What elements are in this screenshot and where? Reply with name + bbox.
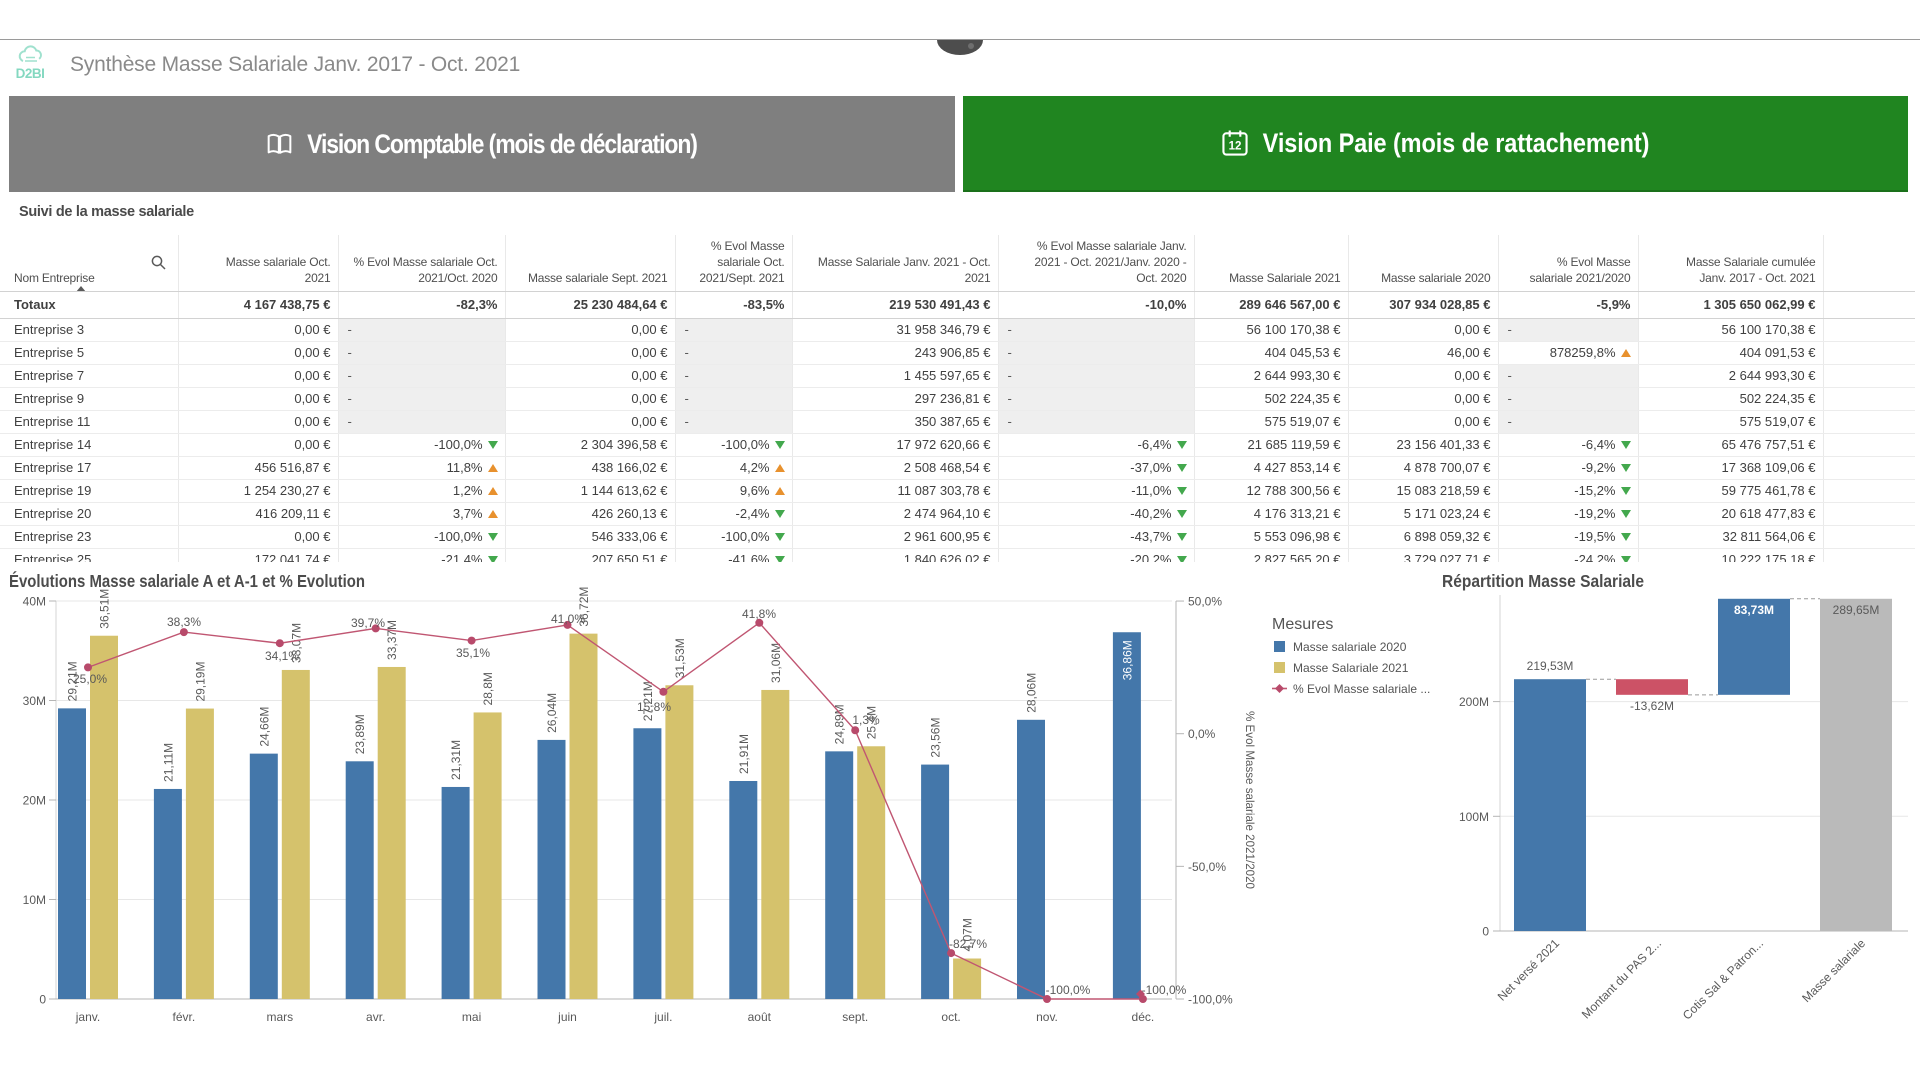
svg-text:Répartition Masse Salariale: Répartition Masse Salariale [1442,571,1644,591]
svg-text:33,37M: 33,37M [385,620,399,660]
svg-text:38,3%: 38,3% [167,615,201,629]
svg-text:36,86M: 36,86M [1120,640,1134,680]
svg-text:26,04M: 26,04M [545,693,559,733]
svg-text:23,56M: 23,56M [929,718,943,758]
svg-text:30M: 30M [23,694,46,708]
svg-text:-100,0%: -100,0% [1142,983,1187,997]
svg-text:Évolutions Masse salariale A e: Évolutions Masse salariale A et A-1 et %… [9,570,365,591]
svg-text:0: 0 [1482,925,1489,939]
svg-text:% Evol Masse salariale 2021/20: % Evol Masse salariale 2021/2020 [1243,711,1257,889]
svg-text:23,89M: 23,89M [353,714,367,754]
svg-text:15,8%: 15,8% [637,700,671,714]
svg-text:-100,0%: -100,0% [1046,983,1091,997]
svg-text:-100,0%: -100,0% [1188,993,1233,1007]
svg-text:34,1%: 34,1% [265,649,299,663]
svg-text:Montant du PAS 2...: Montant du PAS 2... [1579,936,1664,1021]
svg-text:10M: 10M [23,893,46,907]
svg-text:31,53M: 31,53M [673,638,687,678]
svg-text:-13,62M: -13,62M [1630,699,1674,713]
svg-text:289,65M: 289,65M [1833,603,1880,617]
svg-text:0,0%: 0,0% [1188,727,1216,741]
svg-text:20M: 20M [23,794,46,808]
svg-text:-82,7%: -82,7% [949,937,987,951]
svg-text:39,7%: 39,7% [351,616,385,630]
svg-text:Masse salariale: Masse salariale [1799,936,1868,1005]
svg-text:29,19M: 29,19M [193,662,207,702]
svg-text:Cotis Sal & Patron...: Cotis Sal & Patron... [1680,936,1766,1022]
svg-text:0: 0 [39,993,46,1007]
svg-text:% Evol Masse salariale ...: % Evol Masse salariale ... [1293,682,1430,696]
svg-text:juil.: juil. [653,1010,672,1024]
svg-text:28,8M: 28,8M [481,672,495,705]
svg-text:Masse salariale 2020: Masse salariale 2020 [1293,640,1407,654]
svg-text:12: 12 [1228,140,1241,152]
svg-text:36,51M: 36,51M [98,589,112,629]
svg-text:21,91M: 21,91M [737,734,751,774]
svg-text:41,8%: 41,8% [742,607,776,621]
svg-text:83,73M: 83,73M [1734,603,1774,617]
svg-text:sept.: sept. [842,1010,868,1024]
svg-text:nov.: nov. [1036,1010,1058,1024]
svg-text:Net versé 2021: Net versé 2021 [1495,936,1563,1004]
svg-text:-50,0%: -50,0% [1188,860,1226,874]
svg-text:août: août [748,1010,772,1024]
svg-text:31,06M: 31,06M [769,643,783,683]
svg-text:100M: 100M [1459,810,1489,824]
svg-text:mai: mai [462,1010,481,1024]
svg-text:juin: juin [557,1010,577,1024]
svg-text:21,11M: 21,11M [161,743,175,782]
svg-text:D2BI: D2BI [16,66,45,81]
svg-text:Mesures: Mesures [1272,616,1333,633]
svg-text:35,1%: 35,1% [456,646,490,660]
svg-text:21,31M: 21,31M [449,740,463,780]
svg-text:1,3%: 1,3% [852,713,880,727]
svg-text:Masse Salariale 2021: Masse Salariale 2021 [1293,661,1409,675]
svg-text:24,89M: 24,89M [833,704,847,744]
svg-text:févr.: févr. [173,1010,196,1024]
svg-text:25,0%: 25,0% [73,672,107,686]
svg-text:mars: mars [266,1010,293,1024]
svg-text:janv.: janv. [75,1010,100,1024]
svg-text:200M: 200M [1459,695,1489,709]
svg-text:41,0%: 41,0% [551,612,585,626]
svg-text:24,66M: 24,66M [257,707,271,747]
svg-text:28,06M: 28,06M [1025,673,1039,713]
svg-text:avr.: avr. [366,1010,385,1024]
svg-text:déc.: déc. [1132,1010,1155,1024]
svg-text:oct.: oct. [941,1010,960,1024]
svg-text:50,0%: 50,0% [1188,595,1222,609]
svg-text:40M: 40M [23,595,46,609]
svg-text:219,53M: 219,53M [1527,659,1574,673]
